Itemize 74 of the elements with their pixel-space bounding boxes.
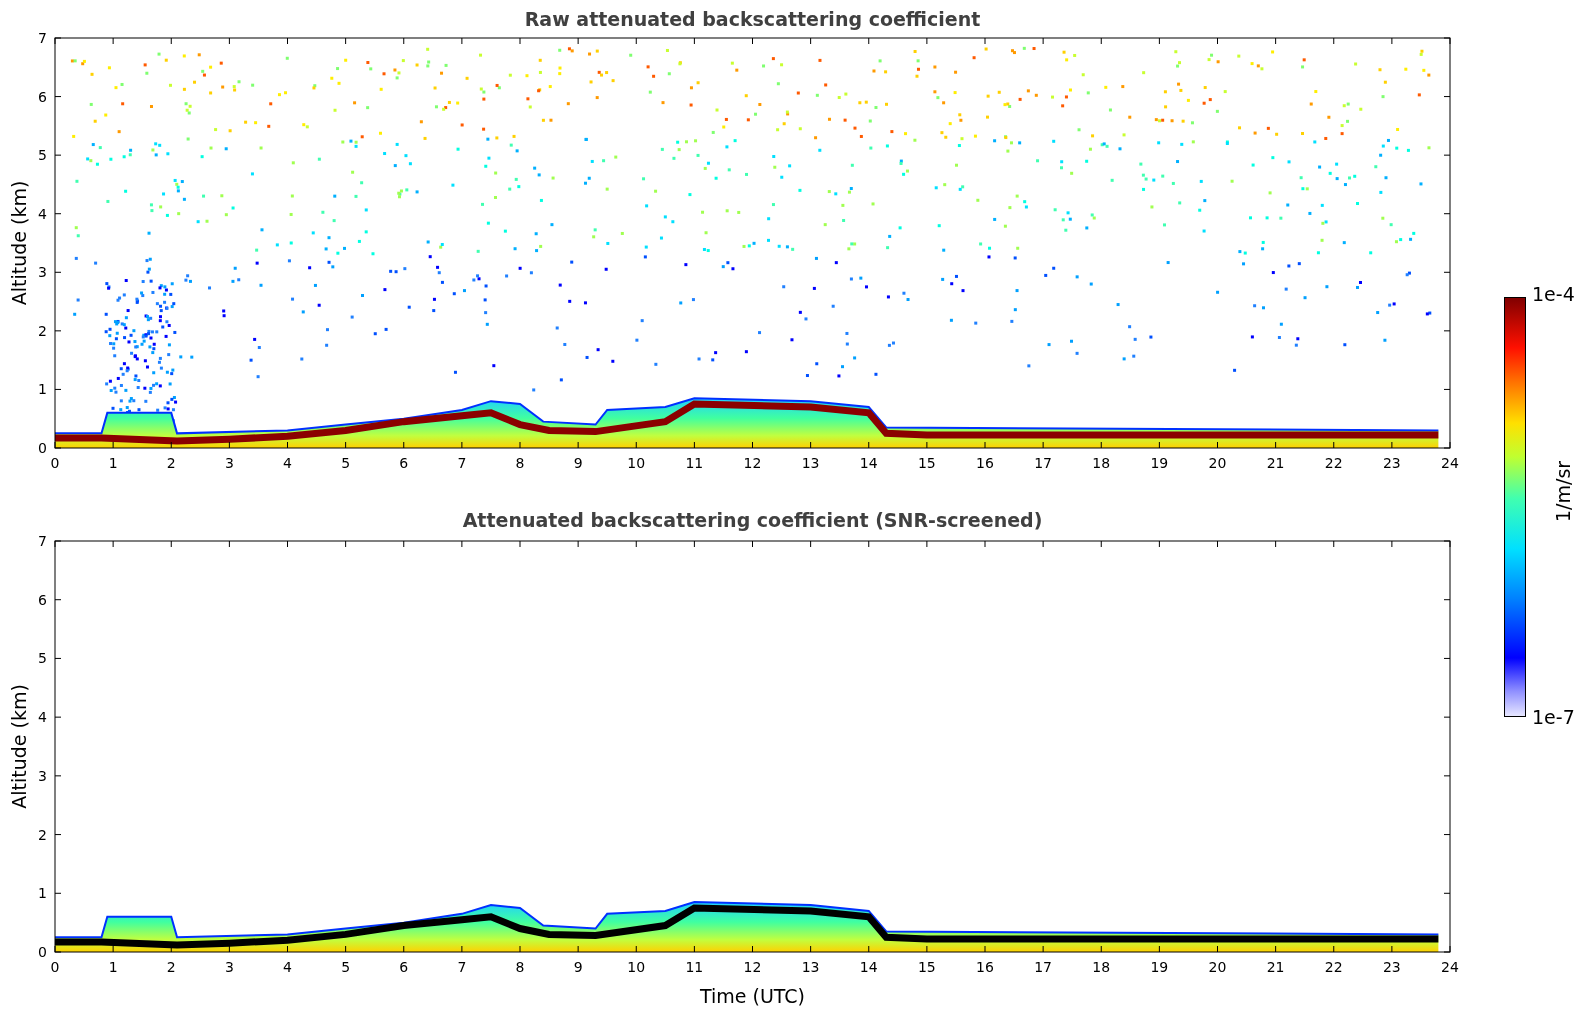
x-tick-label: 4 <box>283 455 292 471</box>
x-tick-label: 23 <box>1382 455 1401 471</box>
x-tick-label: 15 <box>917 959 936 975</box>
x-axis-label: Time (UTC) <box>700 985 805 1007</box>
x-tick-label: 1 <box>108 959 118 975</box>
x-tick-label: 3 <box>224 959 234 975</box>
x-tick-label: 10 <box>627 455 646 471</box>
x-tick-label: 18 <box>1092 959 1111 975</box>
x-tick-label: 23 <box>1382 959 1401 975</box>
x-tick-label: 6 <box>399 455 409 471</box>
x-tick-label: 2 <box>166 959 176 975</box>
x-tick-label: 11 <box>685 455 704 471</box>
x-tick-label: 21 <box>1266 959 1285 975</box>
x-tick-label: 2 <box>166 455 176 471</box>
x-tick-label: 12 <box>743 959 762 975</box>
x-tick-label: 19 <box>1150 959 1169 975</box>
x-tick-label: 22 <box>1324 959 1343 975</box>
x-tick-label: 8 <box>515 959 525 975</box>
colorbar-min-label: 1e-7 <box>1532 708 1575 727</box>
x-tick-label: 19 <box>1150 455 1169 471</box>
x-tick-label: 16 <box>976 959 994 975</box>
y-tick-label: 3 <box>38 767 47 784</box>
colorbar-max-label: 1e-4 <box>1532 285 1575 304</box>
x-tick-label: 9 <box>573 959 583 975</box>
x-tick-label: 24 <box>1441 455 1459 471</box>
x-tick-label: 0 <box>50 959 60 975</box>
x-tick-label: 15 <box>917 455 936 471</box>
y-tick-label: 7 <box>38 533 47 549</box>
x-tick-label: 22 <box>1324 455 1343 471</box>
y-tick-label: 2 <box>38 322 47 339</box>
plot-title: Raw attenuated backscattering coefficient <box>524 8 981 30</box>
x-tick-label: 9 <box>573 455 583 471</box>
x-tick-label: 4 <box>283 959 292 975</box>
y-axis-label: Altitude (km) <box>8 180 30 306</box>
y-tick-label: 5 <box>38 147 47 164</box>
x-tick-label: 7 <box>457 455 467 471</box>
x-tick-label: 21 <box>1266 455 1285 471</box>
x-tick-label: 17 <box>1034 959 1053 975</box>
x-tick-label: 11 <box>685 959 704 975</box>
x-tick-label: 1 <box>108 455 118 471</box>
x-tick-label: 17 <box>1034 455 1053 471</box>
x-tick-label: 14 <box>859 455 878 471</box>
x-tick-label: 12 <box>743 455 762 471</box>
y-tick-label: 1 <box>38 885 47 902</box>
x-tick-label: 6 <box>399 959 409 975</box>
y-tick-label: 3 <box>38 264 47 281</box>
x-tick-label: 0 <box>50 455 60 471</box>
x-tick-label: 20 <box>1208 455 1227 471</box>
x-tick-label: 24 <box>1441 959 1459 975</box>
y-tick-label: 1 <box>38 381 47 398</box>
x-tick-label: 16 <box>976 455 994 471</box>
y-tick-label: 2 <box>38 826 47 843</box>
x-tick-label: 3 <box>224 455 234 471</box>
y-tick-label: 0 <box>38 944 47 960</box>
y-tick-label: 6 <box>38 591 47 608</box>
y-tick-label: 7 <box>38 30 47 46</box>
x-tick-label: 18 <box>1092 455 1111 471</box>
y-tick-label: 5 <box>38 650 47 667</box>
x-tick-label: 20 <box>1208 959 1227 975</box>
x-tick-label: 8 <box>515 455 525 471</box>
x-tick-label: 5 <box>341 455 351 471</box>
y-tick-label: 4 <box>38 205 47 222</box>
x-tick-label: 5 <box>341 959 351 975</box>
y-tick-label: 0 <box>38 440 47 456</box>
x-tick-label: 14 <box>859 959 878 975</box>
y-tick-label: 6 <box>38 88 47 105</box>
y-tick-label: 4 <box>38 709 47 726</box>
x-tick-label: 7 <box>457 959 467 975</box>
y-axis-label: Altitude (km) <box>8 684 30 809</box>
x-tick-label: 13 <box>801 455 820 471</box>
x-tick-label: 13 <box>801 959 820 975</box>
colorbar-unit-label: 1/m/sr <box>1554 460 1573 522</box>
plot-title: Attenuated backscattering coefficient (SNR-screened) <box>462 509 1043 531</box>
x-tick-label: 10 <box>627 959 646 975</box>
